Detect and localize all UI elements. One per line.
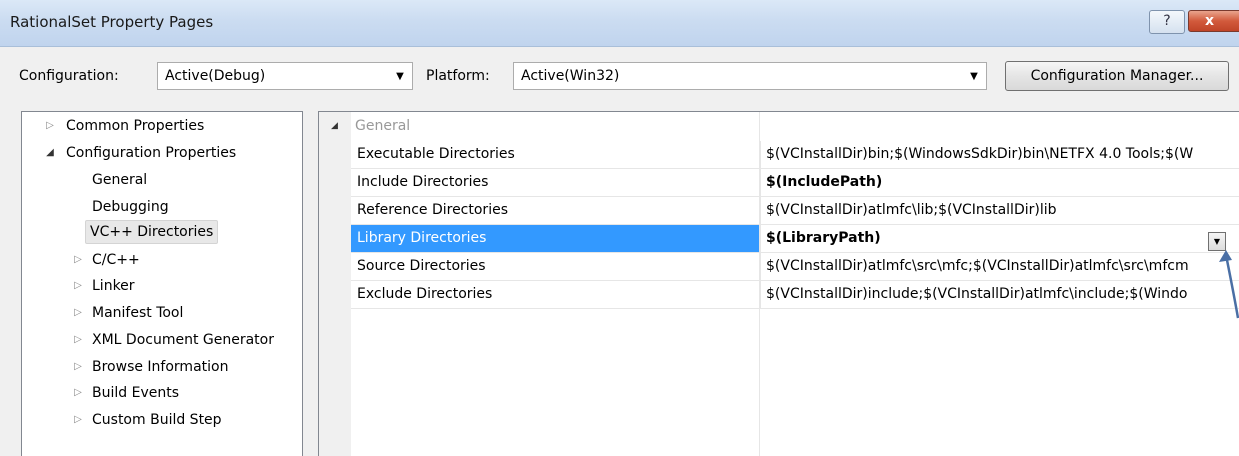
property-value[interactable]: $(VCInstallDir)atlmfc\src\mfc;$(VCInstal… xyxy=(760,253,1239,280)
help-button[interactable]: ? xyxy=(1149,10,1185,34)
expand-icon[interactable]: ▷ xyxy=(72,408,84,432)
property-name: Include Directories xyxy=(357,174,489,190)
collapse-icon[interactable]: ◢ xyxy=(44,141,56,165)
configuration-combo[interactable]: Active(Debug) ▼ xyxy=(157,62,413,90)
tree-item-vc-directories[interactable]: VC++ Directories xyxy=(85,220,219,244)
close-icon: x xyxy=(1205,13,1215,29)
tree-item-label: C/C++ xyxy=(92,252,140,268)
annotation-arrow xyxy=(1219,250,1239,319)
category-label: General xyxy=(355,118,411,134)
configuration-value: Active(Debug) xyxy=(165,68,266,84)
window-title: RationalSet Property Pages xyxy=(10,13,214,31)
platform-combo[interactable]: Active(Win32) ▼ xyxy=(513,62,987,90)
tree-item-label: Browse Information xyxy=(92,359,229,375)
collapse-icon[interactable]: ◢ xyxy=(331,114,338,138)
close-button[interactable]: x xyxy=(1188,10,1239,32)
expand-icon[interactable]: ▷ xyxy=(72,355,84,379)
property-row-executable-directories[interactable]: Executable Directories $(VCInstallDir)bi… xyxy=(351,141,1239,169)
property-value[interactable]: $(VCInstallDir)include;$(VCInstallDir)at… xyxy=(760,281,1239,308)
property-tree[interactable]: ▷ Common Properties ◢ Configuration Prop… xyxy=(21,111,303,456)
property-value[interactable]: $(LibraryPath) xyxy=(760,225,1239,252)
tree-item-label: General xyxy=(92,172,148,188)
property-name: Reference Directories xyxy=(357,202,508,218)
platform-value: Active(Win32) xyxy=(521,68,620,84)
tree-item-label: Linker xyxy=(92,278,135,294)
tree-item-label: Debugging xyxy=(92,199,169,215)
expand-icon[interactable]: ▷ xyxy=(72,274,84,298)
property-name: Exclude Directories xyxy=(357,286,493,302)
tree-item-debugging[interactable]: Debugging xyxy=(92,195,169,219)
tree-item-label: Common Properties xyxy=(66,118,205,134)
property-value[interactable]: $(IncludePath) xyxy=(760,169,1239,196)
expand-icon[interactable]: ▷ xyxy=(44,114,56,138)
property-row-library-directories[interactable]: Library Directories $(LibraryPath) xyxy=(351,225,1239,253)
help-icon: ? xyxy=(1163,13,1171,29)
chevron-down-icon: ▼ xyxy=(970,71,978,82)
expand-icon[interactable]: ▷ xyxy=(72,381,84,405)
property-row-source-directories[interactable]: Source Directories $(VCInstallDir)atlmfc… xyxy=(351,253,1239,281)
chevron-down-icon: ▼ xyxy=(396,71,404,82)
platform-label: Platform: xyxy=(426,68,490,84)
expand-icon[interactable]: ▷ xyxy=(72,248,84,272)
tree-item-label: XML Document Generator xyxy=(92,332,274,348)
tree-item-label: Manifest Tool xyxy=(92,305,184,321)
property-name: Executable Directories xyxy=(357,146,515,162)
property-row-include-directories[interactable]: Include Directories $(IncludePath) xyxy=(351,169,1239,197)
expand-icon[interactable]: ▷ xyxy=(72,328,84,352)
tree-item-label: VC++ Directories xyxy=(90,224,214,240)
property-name: Source Directories xyxy=(357,258,486,274)
expand-icon[interactable]: ▷ xyxy=(72,301,84,325)
property-name: Library Directories xyxy=(351,225,759,252)
configuration-manager-button[interactable]: Configuration Manager... xyxy=(1005,61,1229,91)
column-divider[interactable] xyxy=(759,112,760,456)
tree-item-label: Build Events xyxy=(92,385,179,401)
property-row-exclude-directories[interactable]: Exclude Directories $(VCInstallDir)inclu… xyxy=(351,281,1239,309)
property-grid[interactable]: ◢ General Executable Directories $(VCIns… xyxy=(318,111,1239,456)
property-value[interactable]: $(VCInstallDir)bin;$(WindowsSdkDir)bin\N… xyxy=(760,141,1239,168)
tree-item-general[interactable]: General xyxy=(92,168,147,192)
tree-item-label: Configuration Properties xyxy=(66,145,237,161)
tree-item-label: Custom Build Step xyxy=(92,412,222,428)
configuration-label: Configuration: xyxy=(19,68,119,84)
property-value[interactable]: $(VCInstallDir)atlmfc\lib;$(VCInstallDir… xyxy=(760,197,1239,224)
title-bar: RationalSet Property Pages ? x xyxy=(0,0,1239,47)
property-row-reference-directories[interactable]: Reference Directories $(VCInstallDir)atl… xyxy=(351,197,1239,225)
grid-gutter xyxy=(319,112,351,456)
